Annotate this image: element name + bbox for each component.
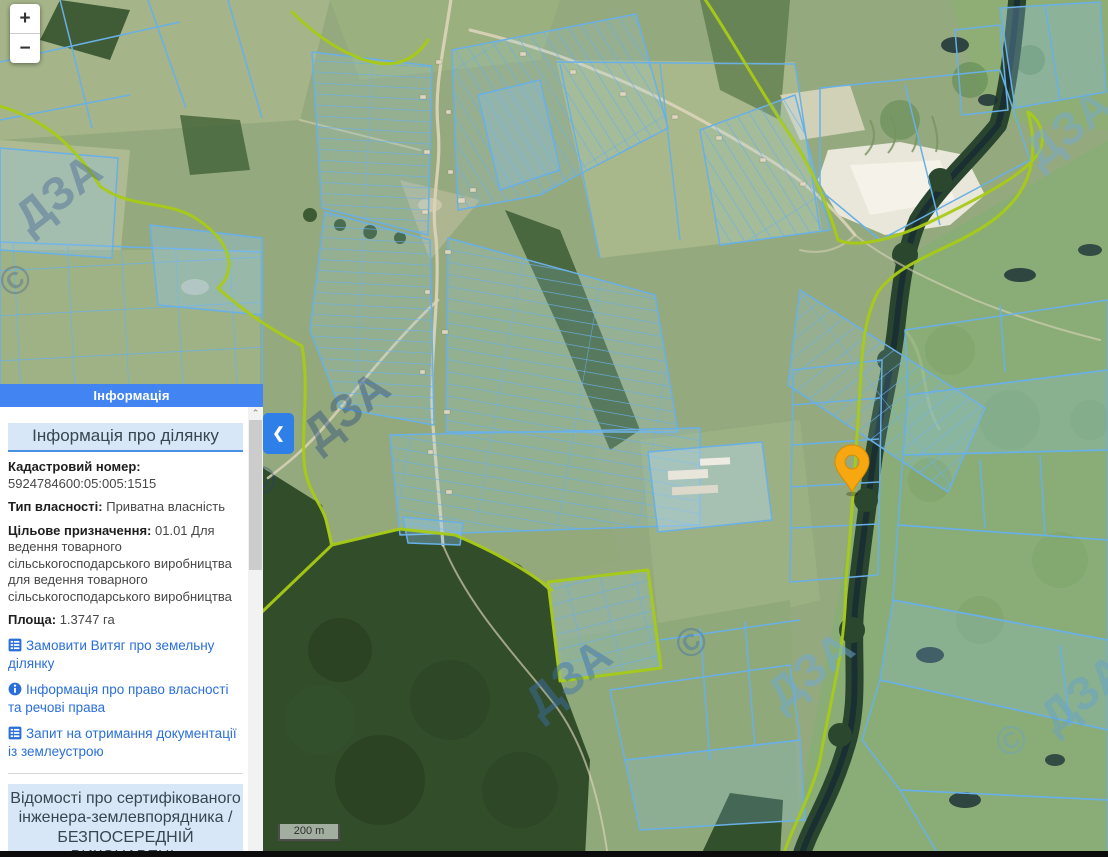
info-icon (8, 682, 22, 701)
map-scale-bar: 200 m (278, 824, 340, 841)
field-label: Площа: (8, 612, 56, 627)
link-label: Замовити Витяг про земельну ділянку (8, 638, 214, 672)
panel-body: Інформація про ділянку Кадастровий номер… (0, 407, 248, 857)
field-designated-purpose: Цільове призначення: 01.01 Для ведення т… (8, 523, 243, 606)
field-label: Цільове призначення: (8, 523, 151, 538)
zoom-out-button[interactable]: − (10, 33, 40, 63)
link-ownership-info[interactable]: Інформація про право власності та речові… (8, 682, 243, 717)
zoom-control: + − (10, 4, 40, 63)
section-title-engineer: Відомості про сертифікованого інженера-з… (8, 784, 243, 857)
divider (8, 773, 243, 774)
section-title-parcel-info: Інформація про ділянку (8, 423, 243, 452)
panel-collapse-button[interactable]: ❮ (263, 413, 294, 454)
field-value: 5924784600:05:005:1515 (8, 476, 243, 493)
link-order-extract[interactable]: Замовити Витяг про земельну ділянку (8, 638, 243, 673)
scroll-up-arrow[interactable]: ⌃ (248, 407, 263, 420)
link-request-documentation[interactable]: Запит на отримання документації із земле… (8, 726, 243, 761)
field-value: 1.3747 га (60, 612, 115, 627)
field-area: Площа: 1.3747 га (8, 612, 243, 629)
field-label: Кадастровий номер: (8, 459, 141, 474)
list-icon (8, 726, 22, 745)
link-label: Інформація про право власності та речові… (8, 682, 229, 716)
bottom-edge-bar (0, 851, 1108, 857)
link-label: Запит на отримання документації із земле… (8, 726, 237, 760)
info-panel: Інформація Інформація про ділянку Кадаст… (0, 384, 263, 857)
panel-scrollbar[interactable]: ⌃ ⌄ (248, 407, 263, 857)
field-label: Тип власності: (8, 499, 103, 514)
field-cadastral-number: Кадастровий номер: 5924784600:05:005:151… (8, 459, 243, 492)
field-ownership-type: Тип власності: Приватна власність (8, 499, 243, 516)
field-value: Приватна власність (106, 499, 225, 514)
list-icon (8, 638, 22, 657)
zoom-in-button[interactable]: + (10, 4, 40, 33)
panel-header: Інформація (0, 384, 263, 407)
scroll-thumb[interactable] (249, 420, 262, 570)
